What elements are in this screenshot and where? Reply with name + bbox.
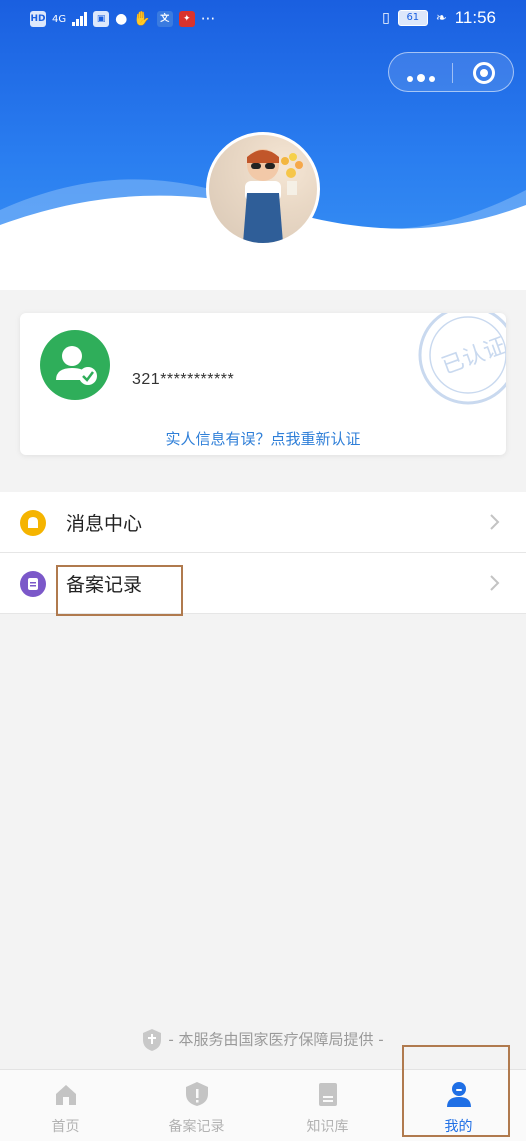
red-app-icon: ✦ [178,11,195,27]
capsule-divider [452,63,453,83]
chat-bubble-icon: ● [115,11,128,27]
bell-icon [20,510,46,536]
tab-records[interactable]: 备案记录 [131,1070,262,1141]
tab-label: 首页 [51,1119,80,1135]
menu-item-messages[interactable]: 消息中心 [0,492,526,553]
annotation-highlight-mine-tab [402,1045,510,1137]
tab-label: 知识库 [306,1119,349,1135]
hd-badge: HD [30,11,46,27]
reverify-link[interactable]: 实人信息有误？点我重新认证 [20,428,506,449]
avatar[interactable] [206,132,320,246]
annotation-highlight-records [56,565,183,616]
app-notif-icon: ▣ [93,11,110,27]
target-circle-icon[interactable] [473,62,495,84]
identity-card: 321*********** 实人信息有误？点我重新认证 已认证 [20,313,506,455]
status-left: HD 4G ▣ ● ✋ 文 ✦ ··· [30,10,215,28]
chevron-right-icon [490,514,500,530]
more-dots-icon[interactable] [407,67,447,82]
service-provider-text: - 本服务由国家医疗保障局提供 - [168,1030,384,1049]
miniprogram-capsule [388,52,514,92]
hand-icon: ✋ [133,11,151,27]
masked-id-number: 321*********** [132,371,235,388]
verified-user-icon [40,330,110,400]
stamp-text: 已认证 [439,334,506,380]
status-bar: HD 4G ▣ ● ✋ 文 ✦ ··· ▯ 61 ❧ 11:56 [0,0,526,38]
avatar-photo [243,149,303,243]
leaf-icon: ❧ [435,10,447,26]
network-type: 4G [52,13,67,25]
menu-item-label: 消息中心 [66,512,143,535]
tab-home[interactable]: 首页 [0,1070,131,1141]
record-shield-icon [185,1082,208,1106]
signal-icon [72,12,88,26]
status-right: ▯ 61 ❧ 11:56 [382,8,496,28]
vibrate-icon: ▯ [382,10,390,26]
home-icon [55,1085,76,1105]
more-notifications-icon: ··· [200,10,216,28]
nhsa-shield-icon [143,1029,162,1051]
verified-stamp-icon: 已认证 [418,313,506,405]
record-icon [20,571,46,597]
text-app-icon: 文 [156,11,173,27]
tab-label: 备案记录 [168,1119,225,1135]
battery-icon: 61 [397,10,428,26]
clock: 11:56 [454,8,496,27]
chevron-right-icon [490,575,500,591]
tab-knowledge[interactable]: 知识库 [262,1070,393,1141]
book-icon [318,1083,337,1106]
